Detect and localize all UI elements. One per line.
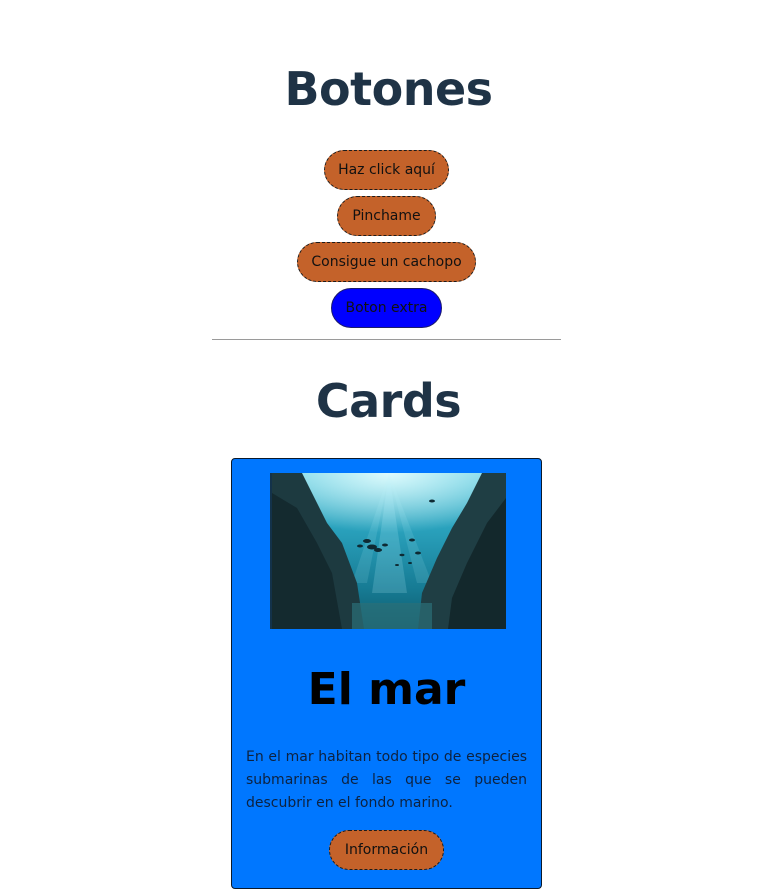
cards-section-title: Cards: [315, 374, 462, 428]
buttons-section-title: Botones: [284, 62, 493, 116]
underwater-image: [272, 473, 506, 629]
card-title: El mar: [307, 664, 466, 715]
boton-extra-button[interactable]: Boton extra: [331, 288, 442, 328]
informacion-button[interactable]: Información: [329, 830, 444, 870]
sea-card: El mar En el mar habitan todo tipo de es…: [231, 458, 542, 889]
card-description: En el mar habitan todo tipo de especies …: [246, 749, 527, 811]
page: Botones Haz click aquí Pinchame Consigue…: [0, 0, 777, 893]
haz-click-aqui-button[interactable]: Haz click aquí: [324, 150, 449, 190]
consigue-un-cachopo-button[interactable]: Consigue un cachopo: [297, 242, 476, 282]
pinchame-button[interactable]: Pinchame: [337, 196, 436, 236]
card-image: [270, 473, 506, 629]
section-divider: [212, 339, 561, 340]
